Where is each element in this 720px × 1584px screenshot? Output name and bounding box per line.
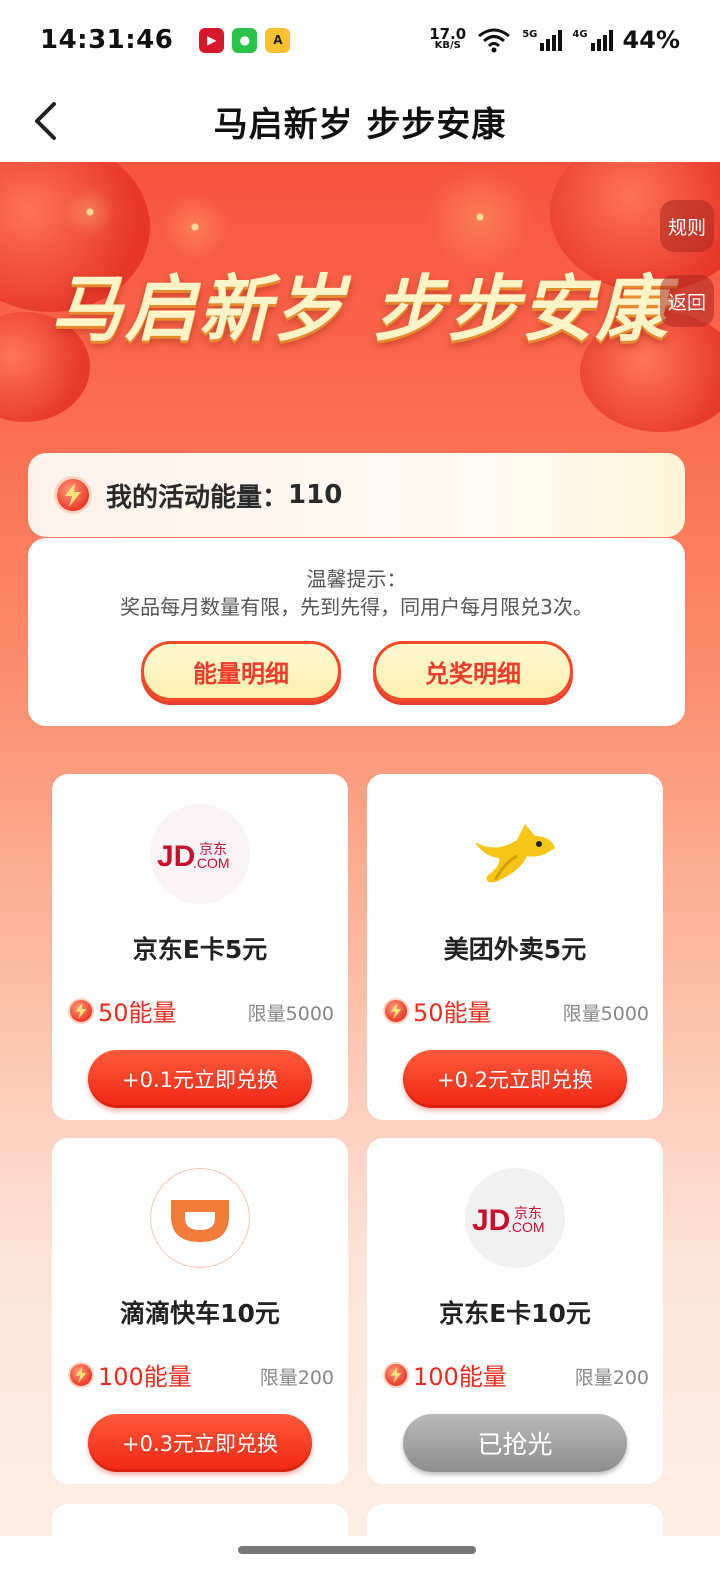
back-button[interactable] xyxy=(22,98,68,144)
tips-title: 温馨提示： xyxy=(306,567,407,591)
svg-text:JD: JD xyxy=(472,1204,510,1237)
notification-icons: ▶ ● A xyxy=(199,27,291,53)
prize-limit: 限量200 xyxy=(259,1367,334,1389)
prize-detail-button[interactable]: 兑奖明细 xyxy=(373,641,573,701)
status-bar: 14:31:46 ▶ ● A 17.0 KB/S 5G 4G 44% xyxy=(0,0,720,80)
net-speed: 17.0 KB/S xyxy=(429,25,467,52)
svg-text:.COM: .COM xyxy=(508,1219,545,1235)
energy-label: 我的活动能量： xyxy=(106,482,289,513)
page-title: 马启新岁 步步安康 xyxy=(213,104,507,145)
tips-text: 奖品每月数量有限，先到先得，同用户每月限兑3次。 xyxy=(120,595,593,619)
lightning-icon xyxy=(68,997,94,1024)
tips-panel: 温馨提示： 奖品每月数量有限，先到先得，同用户每月限兑3次。 能量明细 兑奖明细 xyxy=(28,538,685,726)
prize-limit: 限量200 xyxy=(574,1367,649,1389)
prize-card-partial xyxy=(367,1504,663,1536)
lightning-icon xyxy=(54,476,92,514)
car-app-icon: A xyxy=(265,27,291,53)
didi-logo-icon xyxy=(150,1168,250,1268)
lightning-icon xyxy=(68,1361,94,1388)
wechat-icon: ● xyxy=(232,27,258,53)
meituan-kangaroo-icon xyxy=(465,804,565,904)
signal-5g-icon: 5G xyxy=(522,29,563,51)
lightning-icon xyxy=(383,1361,409,1388)
prize-card: JD 京东 .COM 京东E卡5元 50能量 限量5000 +0.1元立即兑换 xyxy=(52,774,348,1120)
video-app-icon: ▶ xyxy=(199,27,225,53)
energy-detail-button[interactable]: 能量明细 xyxy=(141,641,341,701)
prize-name: 京东E卡5元 xyxy=(132,935,268,964)
lightning-icon xyxy=(383,997,409,1024)
battery-level: 44% xyxy=(622,26,680,54)
sold-out-button: 已抢光 xyxy=(403,1414,627,1472)
rules-button[interactable]: 规则 xyxy=(660,200,714,252)
prize-card-partial xyxy=(52,1504,348,1536)
prize-name: 美团外卖5元 xyxy=(443,935,587,964)
prize-cost: 100能量 xyxy=(383,1357,507,1392)
home-indicator[interactable] xyxy=(238,1546,476,1554)
signal-4g-icon: 4G xyxy=(572,29,613,51)
svg-text:.COM: .COM xyxy=(193,855,230,871)
prize-cost: 100能量 xyxy=(68,1357,192,1392)
prize-limit: 限量5000 xyxy=(562,1003,649,1025)
wifi-icon xyxy=(478,28,511,53)
energy-summary: 我的活动能量： 110 xyxy=(28,453,685,537)
jd-logo-icon: JD 京东 .COM xyxy=(150,804,250,904)
prize-name: 京东E卡10元 xyxy=(439,1299,591,1328)
status-time: 14:31:46 xyxy=(40,25,174,55)
nav-bar: 马启新岁 步步安康 xyxy=(0,80,720,162)
prize-card: 美团外卖5元 50能量 限量5000 +0.2元立即兑换 xyxy=(367,774,663,1120)
gesture-bar xyxy=(0,1536,720,1584)
prize-cost: 50能量 xyxy=(383,993,492,1028)
return-button[interactable]: 返回 xyxy=(660,275,714,327)
svg-text:JD: JD xyxy=(157,840,195,873)
energy-value: 110 xyxy=(288,480,343,510)
activity-page[interactable]: 马启新岁 步步安康 规则 返回 我的活动能量： 110 温馨提示： 奖品每月数量… xyxy=(0,162,720,1536)
chevron-left-icon xyxy=(35,102,56,140)
prize-cost: 50能量 xyxy=(68,993,177,1028)
prize-name: 滴滴快车10元 xyxy=(120,1299,280,1328)
prize-card: 滴滴快车10元 100能量 限量200 +0.3元立即兑换 xyxy=(52,1138,348,1484)
jd-logo-icon: JD 京东 .COM xyxy=(465,1168,565,1268)
redeem-button[interactable]: +0.2元立即兑换 xyxy=(403,1050,627,1108)
banner: 马启新岁 步步安康 xyxy=(0,162,720,452)
redeem-button[interactable]: +0.3元立即兑换 xyxy=(88,1414,312,1472)
banner-title: 马启新岁 步步安康 xyxy=(50,266,670,351)
redeem-button[interactable]: +0.1元立即兑换 xyxy=(88,1050,312,1108)
prize-card: JD 京东 .COM 京东E卡10元 100能量 限量200 已抢光 xyxy=(367,1138,663,1484)
prize-limit: 限量5000 xyxy=(247,1003,334,1025)
firework-decoration xyxy=(60,182,120,242)
